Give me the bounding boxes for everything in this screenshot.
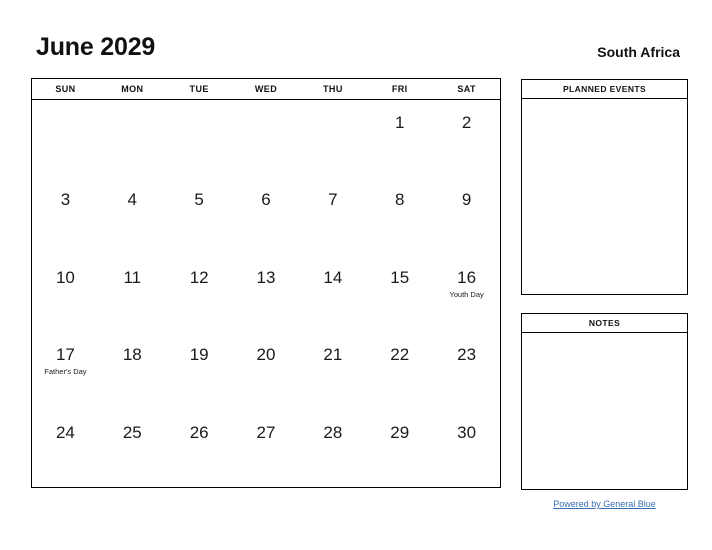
calendar-day-cell[interactable]: 13 [233,255,300,332]
calendar-day-cell[interactable]: 27 [233,410,300,487]
calendar-day-cell[interactable]: 11 [99,255,166,332]
calendar-weeks: 1 2 3 4 5 6 7 8 9 10 11 12 13 14 15 16 Youth Day 17 Father… [32,100,500,487]
planned-events-body[interactable] [522,99,687,294]
calendar-day-cell-empty [99,100,166,177]
day-number: 1 [394,113,405,132]
calendar-week-row: 12 [32,100,500,177]
calendar-day-cell[interactable]: 2 [433,100,500,177]
calendar-day-cell[interactable]: 23 [433,332,500,409]
calendar-day-cell[interactable]: 22 [366,332,433,409]
day-number: 6 [261,190,271,210]
day-event-label: Father's Day [44,367,87,377]
calendar-day-cell[interactable]: 21 [299,332,366,409]
notes-body[interactable] [522,333,687,489]
calendar-day-cell[interactable]: 17 Father's Day [32,332,99,409]
day-number: 17 [55,345,75,365]
day-number: 19 [189,345,209,365]
day-number: 9 [461,190,472,210]
calendar-grid: SUN MON TUE WED THU FRI SAT 1 2 3 4 5 6 7 8 9 10 1… [31,78,501,488]
day-number: 2 [461,113,472,132]
weekday-sun: SUN [55,84,76,94]
calendar-day-cell[interactable]: 14 [299,255,366,332]
day-event-label: Youth Day [449,289,484,299]
calendar-day-cell-empty [32,100,99,177]
weekday-tue: TUE [189,84,209,94]
notes-panel: NOTES [521,313,688,490]
calendar-week-row: 24 25 26 27 28 29 30 [32,410,500,487]
planned-events-title: PLANNED EVENTS [522,80,687,99]
day-number: 8 [394,190,405,210]
day-number: 14 [323,267,343,287]
calendar-day-cell[interactable]: 18 [99,332,166,409]
calendar-week-row: 3 4 5 6 7 8 9 [32,177,500,254]
day-number: 23 [457,345,477,365]
day-number: 30 [457,422,477,442]
day-number: 24 [55,422,75,442]
day-number: 25 [122,422,142,442]
calendar-day-cell[interactable]: 29 [366,410,433,487]
calendar-day-cell[interactable]: 5 [166,177,233,254]
day-number: 15 [390,267,410,287]
day-number: 10 [55,267,75,287]
calendar-day-cell[interactable]: 9 [433,177,500,254]
day-number: 29 [390,422,410,442]
calendar-day-cell[interactable]: 6 [233,177,300,254]
calendar-day-cell[interactable]: 24 [32,410,99,487]
day-number: 11 [123,267,142,287]
calendar-day-cell[interactable]: 8 [366,177,433,254]
calendar-day-cell[interactable]: 20 [233,332,300,409]
calendar-day-cell[interactable]: 1 [366,100,433,177]
calendar-day-cell[interactable]: 15 [366,255,433,332]
calendar-day-cell[interactable]: 10 [32,255,99,332]
calendar-week-row: 10 11 12 13 14 15 16 Youth Day [32,255,500,332]
calendar-day-cell[interactable]: 28 [299,410,366,487]
calendar-day-cell[interactable]: 12 [166,255,233,332]
day-number: 3 [60,190,71,210]
country-label: South Africa [597,44,680,60]
planned-events-panel: PLANNED EVENTS [521,79,688,295]
calendar-day-cell-empty [233,100,300,177]
calendar-day-cell[interactable]: 3 [32,177,99,254]
weekday-fri: FRI [391,84,408,94]
calendar-day-cell[interactable]: 16 Youth Day [433,255,500,332]
calendar-day-cell[interactable]: 30 [433,410,500,487]
day-number: 18 [122,345,142,365]
calendar-week-row: 17 Father's Day 18 19 20 21 22 23 [32,332,500,409]
day-number: 13 [256,267,276,287]
day-number: 7 [328,190,338,210]
day-number: 20 [256,345,276,365]
day-number: 5 [194,190,204,210]
notes-title: NOTES [522,314,687,333]
weekday-header-row: SUN MON TUE WED THU FRI SAT [32,79,500,100]
day-number: 4 [127,190,138,210]
weekday-sat: SAT [457,84,476,94]
day-number: 27 [256,422,276,442]
calendar-day-cell[interactable]: 19 [166,332,233,409]
calendar-day-cell-empty [299,100,366,177]
day-number: 16 [457,267,477,287]
day-number: 21 [323,345,343,365]
calendar-day-cell-empty [166,100,233,177]
powered-by-link[interactable]: Powered by General Blue [521,499,688,509]
page-title: June 2029 [36,33,156,61]
calendar-day-cell[interactable]: 25 [99,410,166,487]
calendar-day-cell[interactable]: 7 [299,177,366,254]
calendar-day-cell[interactable]: 26 [166,410,233,487]
day-number: 12 [189,267,209,287]
calendar-day-cell[interactable]: 4 [99,177,166,254]
weekday-mon: MON [121,84,144,94]
day-number: 28 [323,422,343,442]
weekday-wed: WED [254,84,278,94]
day-number: 26 [189,422,209,442]
day-number: 22 [390,345,410,365]
weekday-thu: THU [323,84,343,94]
